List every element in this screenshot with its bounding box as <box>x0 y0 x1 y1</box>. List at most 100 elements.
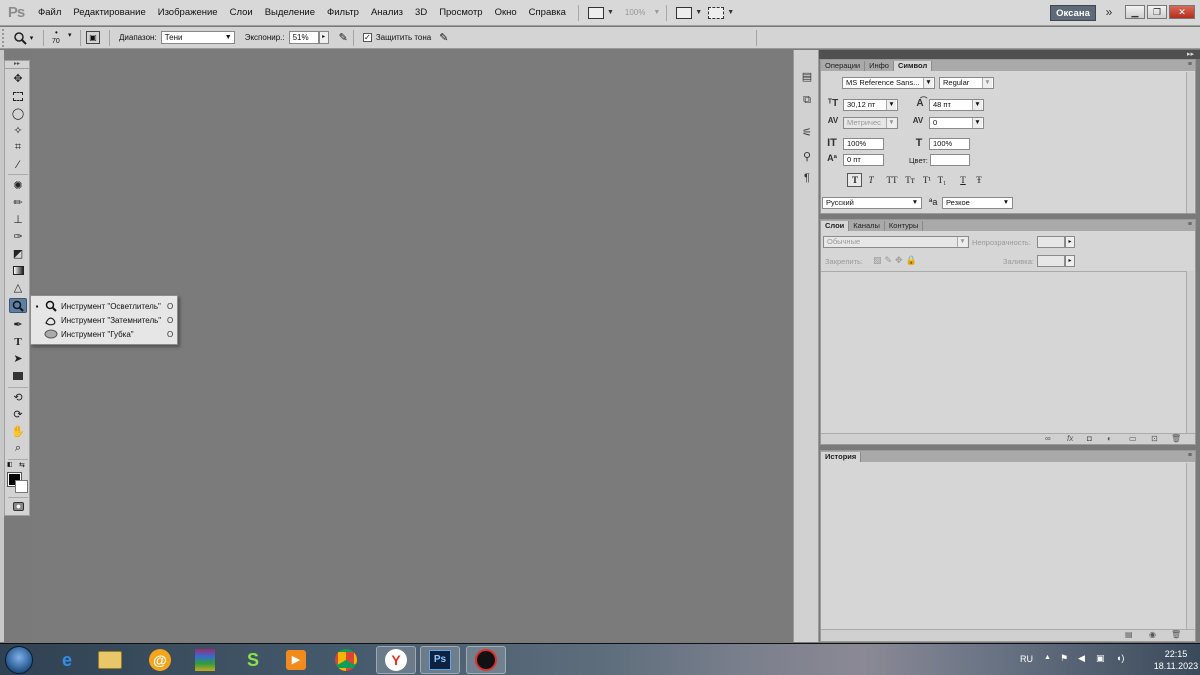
actions-panel-icon[interactable]: ▤ <box>798 68 816 84</box>
swap-colors-icon[interactable]: ⇆ <box>19 461 25 469</box>
move-tool-icon[interactable]: ✥ <box>9 71 27 86</box>
eyedropper-tool-icon[interactable]: ⁄ <box>9 157 27 172</box>
flyout-item-dodge[interactable]: ▪ Инструмент "Осветлитель" O <box>31 299 177 313</box>
delete-layer-icon[interactable]: 🗑 <box>1171 434 1181 443</box>
underline-button[interactable]: T <box>957 173 969 187</box>
history-brush-tool-icon[interactable]: ✑ <box>9 229 27 244</box>
kerning-select[interactable]: Метричес ▼ <box>843 117 898 129</box>
type-tool-icon[interactable]: T <box>9 334 27 349</box>
brush-presets-icon[interactable]: ⚟ <box>798 124 816 140</box>
layers-list[interactable] <box>821 271 1187 433</box>
airbrush-icon[interactable]: ✎ <box>339 31 348 44</box>
background-color-swatch[interactable] <box>15 480 28 493</box>
range-select[interactable]: Тени ▼ <box>160 31 235 44</box>
link-layers-icon[interactable]: ∞ <box>1045 434 1051 443</box>
screen-mode-button[interactable]: ▼ <box>585 4 617 22</box>
spot-healing-tool-icon[interactable]: ✺ <box>9 178 27 193</box>
video-player-taskbar-icon[interactable]: ▶ <box>276 646 316 674</box>
gradient-tool-icon[interactable] <box>9 263 27 278</box>
tab-history[interactable]: История <box>821 452 862 462</box>
brush-panel-icon[interactable]: ▣ <box>86 31 100 44</box>
media-app-taskbar-icon[interactable]: S <box>233 646 273 674</box>
history-list[interactable] <box>821 463 1187 629</box>
photoshop-taskbar-icon[interactable]: Ps <box>420 646 460 674</box>
flyout-item-burn[interactable]: Инструмент "Затемнитель" O <box>31 313 177 327</box>
opacity-input[interactable] <box>1037 236 1065 248</box>
fill-input[interactable] <box>1037 255 1065 267</box>
menu-edit[interactable]: Редактирование <box>67 0 151 26</box>
brush-picker[interactable]: • 70 ▾ <box>49 28 75 48</box>
volume-icon[interactable]: ◀ <box>1078 653 1085 664</box>
3d-rotate-tool-icon[interactable]: ⟲ <box>9 390 27 405</box>
clone-source-icon[interactable]: ⧉ <box>798 92 816 108</box>
clone-stamp-tool-icon[interactable]: ⊥ <box>9 212 27 227</box>
chrome-taskbar-icon[interactable] <box>326 646 366 674</box>
text-color-swatch[interactable] <box>930 154 970 166</box>
lasso-tool-icon[interactable]: ◯ <box>9 106 27 121</box>
pressure-icon[interactable]: ✎ <box>439 31 448 44</box>
mail-taskbar-icon[interactable]: @ <box>140 646 180 674</box>
fill-slider-button[interactable]: ▸ <box>1065 255 1075 267</box>
canvas-area[interactable] <box>32 50 792 642</box>
start-button[interactable] <box>5 646 33 674</box>
new-layer-icon[interactable]: ⊡ <box>1151 434 1158 443</box>
dodge-tool-icon[interactable] <box>9 298 27 313</box>
expand-workspaces-icon[interactable]: » <box>1101 5 1117 21</box>
superscript-button[interactable]: T¹ <box>920 173 934 187</box>
menu-filter[interactable]: Фильтр <box>321 0 365 26</box>
exposure-input[interactable]: 51% <box>288 31 319 44</box>
rectangle-tool-icon[interactable] <box>9 368 27 383</box>
show-hidden-icons-icon[interactable]: ▲ <box>1044 654 1051 661</box>
menu-analysis[interactable]: Анализ <box>365 0 409 26</box>
minimize-button[interactable]: ▁ <box>1125 5 1145 19</box>
brush-tool-icon[interactable]: ✏ <box>9 195 27 210</box>
new-document-from-state-icon[interactable]: ▤ <box>1125 630 1133 639</box>
tool-preset-picker[interactable]: ▾ <box>8 29 38 47</box>
opacity-slider-button[interactable]: ▸ <box>1065 236 1075 248</box>
action-center-icon[interactable]: ⚑ <box>1060 653 1068 664</box>
menu-layers[interactable]: Слои <box>224 0 259 26</box>
close-button[interactable]: ✕ <box>1169 5 1195 19</box>
antialias-select[interactable]: Резкое ▼ <box>942 197 1013 209</box>
workspace-user-button[interactable]: Оксана <box>1050 5 1096 21</box>
collapse-panels-icon[interactable]: ▸▸ <box>1187 50 1194 59</box>
layer-mask-icon[interactable]: ◘ <box>1087 434 1092 443</box>
language-select[interactable]: Русский ▼ <box>822 197 922 209</box>
delete-state-icon[interactable]: 🗑 <box>1171 630 1181 639</box>
eraser-tool-icon[interactable]: ◩ <box>9 246 27 261</box>
subscript-button[interactable]: T₁ <box>935 173 949 187</box>
zoom-dropdown-icon[interactable]: ▼ <box>653 9 660 16</box>
recorder-taskbar-icon[interactable] <box>466 646 506 674</box>
marquee-tool-icon[interactable] <box>9 89 27 104</box>
winrar-taskbar-icon[interactable] <box>185 646 225 674</box>
layer-style-icon[interactable]: fx <box>1067 434 1073 443</box>
horizontal-scale-input[interactable]: 100% <box>929 138 970 150</box>
menu-image[interactable]: Изображение <box>152 0 224 26</box>
font-family-select[interactable]: MS Reference Sans... ▼ <box>842 77 935 89</box>
leading-input[interactable]: 48 пт ▼ <box>929 99 984 111</box>
quick-mask-icon[interactable] <box>9 499 27 514</box>
zoom-tool-icon[interactable]: ⌕ <box>9 441 27 456</box>
explorer-taskbar-icon[interactable] <box>90 646 130 674</box>
panel-menu-icon[interactable]: ≡ <box>1188 451 1192 461</box>
menu-window[interactable]: Окно <box>489 0 523 26</box>
history-scrollbar[interactable] <box>1186 463 1194 629</box>
paragraph-panel-icon[interactable]: ¶ <box>798 170 816 186</box>
character-panel-scrollbar[interactable] <box>1186 72 1194 213</box>
language-indicator[interactable]: RU <box>1020 654 1033 664</box>
toolbar-collapse-icon[interactable]: ▸▸ <box>5 61 29 69</box>
font-size-input[interactable]: 30,12 пт ▼ <box>843 99 898 111</box>
clock-time[interactable]: 22:15 <box>1152 649 1200 659</box>
tab-character[interactable]: Символ <box>893 61 933 71</box>
tool-presets-icon[interactable]: ⚲ <box>798 148 816 164</box>
baseline-shift-input[interactable]: 0 пт <box>843 154 884 166</box>
menu-3d[interactable]: 3D <box>409 0 433 26</box>
menu-file[interactable]: Файл <box>32 0 67 26</box>
panel-menu-icon[interactable]: ≡ <box>1188 220 1192 230</box>
screen-layout-button[interactable]: ▼ <box>705 4 737 22</box>
sound-icon[interactable]: ◖) <box>1116 653 1124 663</box>
protect-tones-checkbox[interactable]: ✓ <box>362 33 372 42</box>
default-colors-icon[interactable]: ◧ <box>7 461 13 468</box>
adjustment-layer-icon[interactable]: ◐ <box>1107 434 1112 443</box>
arrange-documents-button[interactable]: ▼ <box>673 4 705 22</box>
